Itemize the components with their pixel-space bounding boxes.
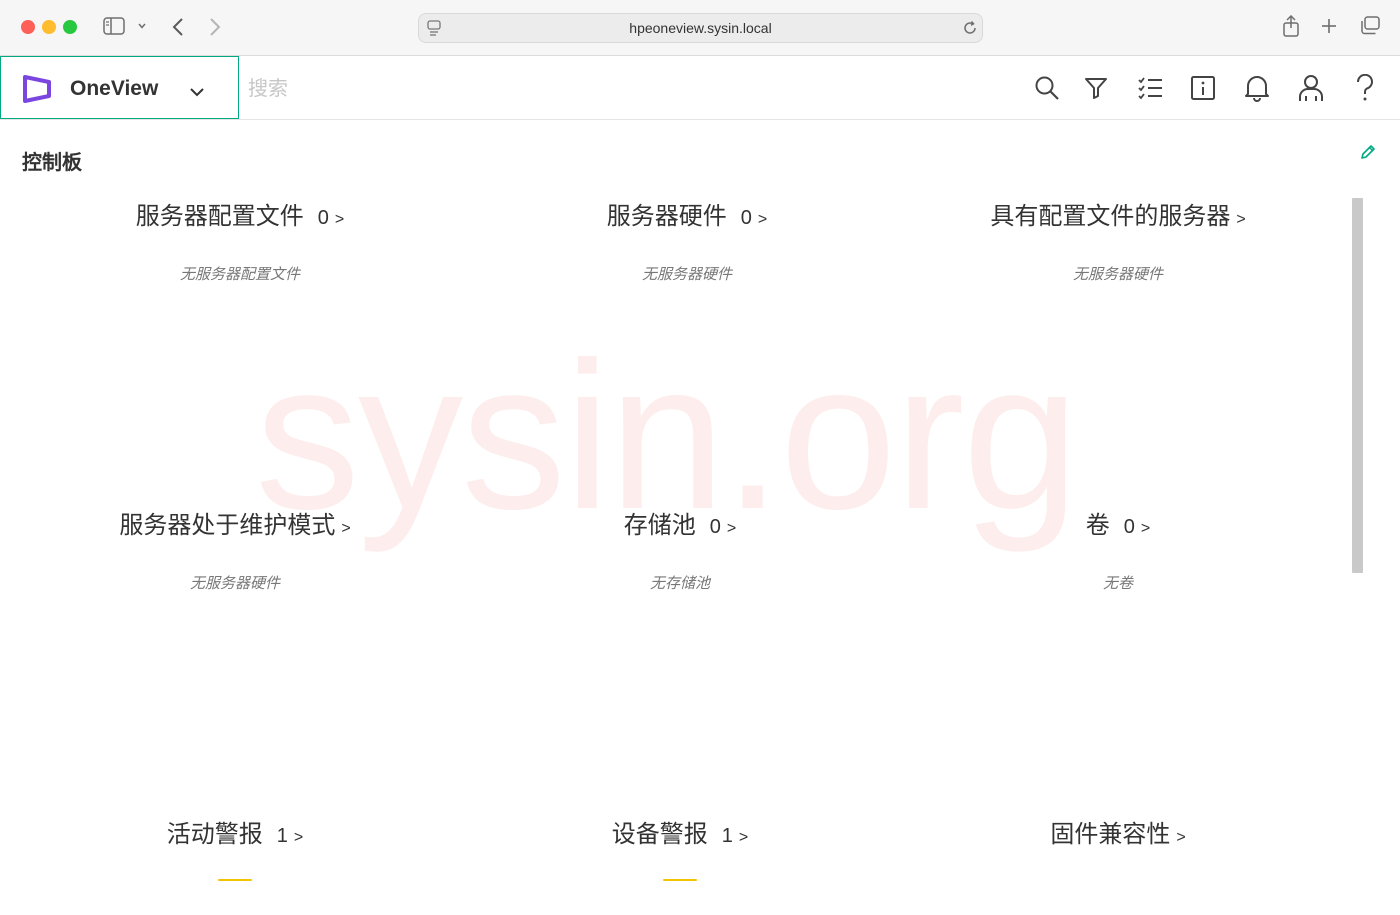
panel-storage-pools[interactable]: 存储池 0 > 无存储池 bbox=[450, 505, 910, 593]
panel-title-text: 活动警报 bbox=[166, 820, 263, 848]
panel-arrow-icon: > bbox=[726, 520, 737, 537]
panel-volumes[interactable]: 卷 0 > 无卷 bbox=[888, 505, 1348, 593]
oneview-logo-icon bbox=[21, 74, 53, 108]
close-window-button[interactable] bbox=[21, 20, 35, 34]
panel-title-text: 设备警报 bbox=[611, 820, 708, 848]
app-header: OneView bbox=[0, 56, 1400, 120]
page-title: 控制板 bbox=[22, 150, 82, 174]
panel-title[interactable]: 固件兼容性 > bbox=[1050, 814, 1185, 849]
panel-arrow-icon: > bbox=[738, 829, 749, 846]
panel-count: 1 bbox=[276, 825, 288, 847]
edit-pencil-icon[interactable] bbox=[1360, 144, 1376, 164]
panel-title[interactable]: 服务器处于维护模式 > bbox=[119, 505, 350, 540]
panel-firmware-compliance[interactable]: 固件兼容性 > bbox=[888, 814, 1348, 849]
panel-arrow-icon: > bbox=[757, 211, 768, 228]
help-icon[interactable] bbox=[1351, 74, 1379, 102]
panel-count: 1 bbox=[721, 825, 733, 847]
search-icon[interactable] bbox=[1033, 74, 1061, 102]
panel-title[interactable]: 卷 0 > bbox=[1086, 505, 1150, 540]
panel-title-text: 存储池 bbox=[623, 511, 696, 539]
tab-overview-icon[interactable] bbox=[1359, 16, 1381, 36]
panel-arrow-icon: > bbox=[334, 211, 345, 228]
panel-title[interactable]: 具有配置文件的服务器 > bbox=[990, 196, 1245, 231]
panel-empty-message: 无存储池 bbox=[649, 574, 710, 592]
app-name: OneView bbox=[70, 77, 159, 100]
panel-title[interactable]: 存储池 0 > bbox=[624, 505, 736, 540]
filter-icon[interactable] bbox=[1082, 74, 1110, 102]
browser-titlebar: hpeoneview.sysin.local bbox=[0, 0, 1400, 56]
zoom-window-button[interactable] bbox=[63, 20, 77, 34]
search-input[interactable] bbox=[248, 72, 948, 104]
panel-count: 0 bbox=[709, 516, 721, 538]
panel-count: 0 bbox=[1123, 516, 1135, 538]
panel-title-text: 服务器配置文件 bbox=[135, 202, 304, 230]
share-icon[interactable] bbox=[1282, 15, 1300, 37]
activity-list-icon[interactable] bbox=[1136, 74, 1164, 102]
sidebar-toggle-icon[interactable] bbox=[103, 17, 125, 35]
info-icon[interactable] bbox=[1189, 74, 1217, 102]
panel-server-profiles[interactable]: 服务器配置文件 0 > 无服务器配置文件 bbox=[10, 196, 470, 284]
chevron-down-icon[interactable] bbox=[137, 21, 147, 31]
panel-empty-message: 无服务器配置文件 bbox=[179, 265, 300, 283]
status-indicator bbox=[663, 879, 697, 881]
new-tab-icon[interactable] bbox=[1320, 17, 1338, 35]
reload-icon[interactable] bbox=[962, 20, 978, 36]
back-icon[interactable] bbox=[172, 17, 184, 37]
panel-empty-message: 无服务器硬件 bbox=[641, 265, 732, 283]
panel-server-hardware[interactable]: 服务器硬件 0 > 无服务器硬件 bbox=[457, 196, 917, 284]
minimize-window-button[interactable] bbox=[42, 20, 56, 34]
panel-appliance-alerts[interactable]: 设备警报 1 > bbox=[450, 814, 910, 881]
panel-servers-maintenance-mode[interactable]: 服务器处于维护模式 > 无服务器硬件 bbox=[5, 505, 465, 593]
panel-title[interactable]: 服务器硬件 0 > bbox=[607, 196, 767, 231]
panel-arrow-icon: > bbox=[1236, 211, 1246, 228]
scrollbar[interactable] bbox=[1352, 198, 1363, 573]
panel-count: 0 bbox=[740, 207, 752, 229]
panel-active-alerts[interactable]: 活动警报 1 > bbox=[5, 814, 465, 881]
user-icon[interactable] bbox=[1297, 74, 1325, 102]
panel-count: 0 bbox=[317, 207, 329, 229]
oneview-menu-button[interactable]: OneView bbox=[0, 56, 239, 119]
panel-title-text: 具有配置文件的服务器 bbox=[990, 202, 1231, 230]
panel-title-text: 服务器处于维护模式 bbox=[119, 511, 336, 539]
panel-title-text: 服务器硬件 bbox=[606, 202, 727, 230]
forward-icon[interactable] bbox=[209, 17, 221, 37]
address-bar[interactable]: hpeoneview.sysin.local bbox=[418, 13, 983, 43]
panel-empty-message: 无服务器硬件 bbox=[1072, 265, 1163, 283]
panel-servers-with-profiles[interactable]: 具有配置文件的服务器 > 无服务器硬件 bbox=[888, 196, 1348, 284]
panel-empty-message: 无服务器硬件 bbox=[189, 574, 280, 592]
panel-arrow-icon: > bbox=[1176, 829, 1186, 846]
panel-arrow-icon: > bbox=[1140, 520, 1151, 537]
panel-title-text: 卷 bbox=[1085, 511, 1110, 539]
chevron-down-icon bbox=[189, 83, 205, 102]
panel-arrow-icon: > bbox=[293, 829, 304, 846]
notification-bell-icon[interactable] bbox=[1243, 74, 1271, 102]
panel-title[interactable]: 服务器配置文件 0 > bbox=[136, 196, 344, 231]
panel-arrow-icon: > bbox=[341, 520, 351, 537]
url-text: hpeoneview.sysin.local bbox=[629, 20, 772, 36]
panel-title[interactable]: 设备警报 1 > bbox=[612, 814, 748, 849]
panel-empty-message: 无卷 bbox=[1102, 574, 1133, 592]
panel-title-text: 固件兼容性 bbox=[1050, 820, 1171, 848]
panel-title[interactable]: 活动警报 1 > bbox=[167, 814, 303, 849]
status-indicator bbox=[218, 879, 252, 881]
